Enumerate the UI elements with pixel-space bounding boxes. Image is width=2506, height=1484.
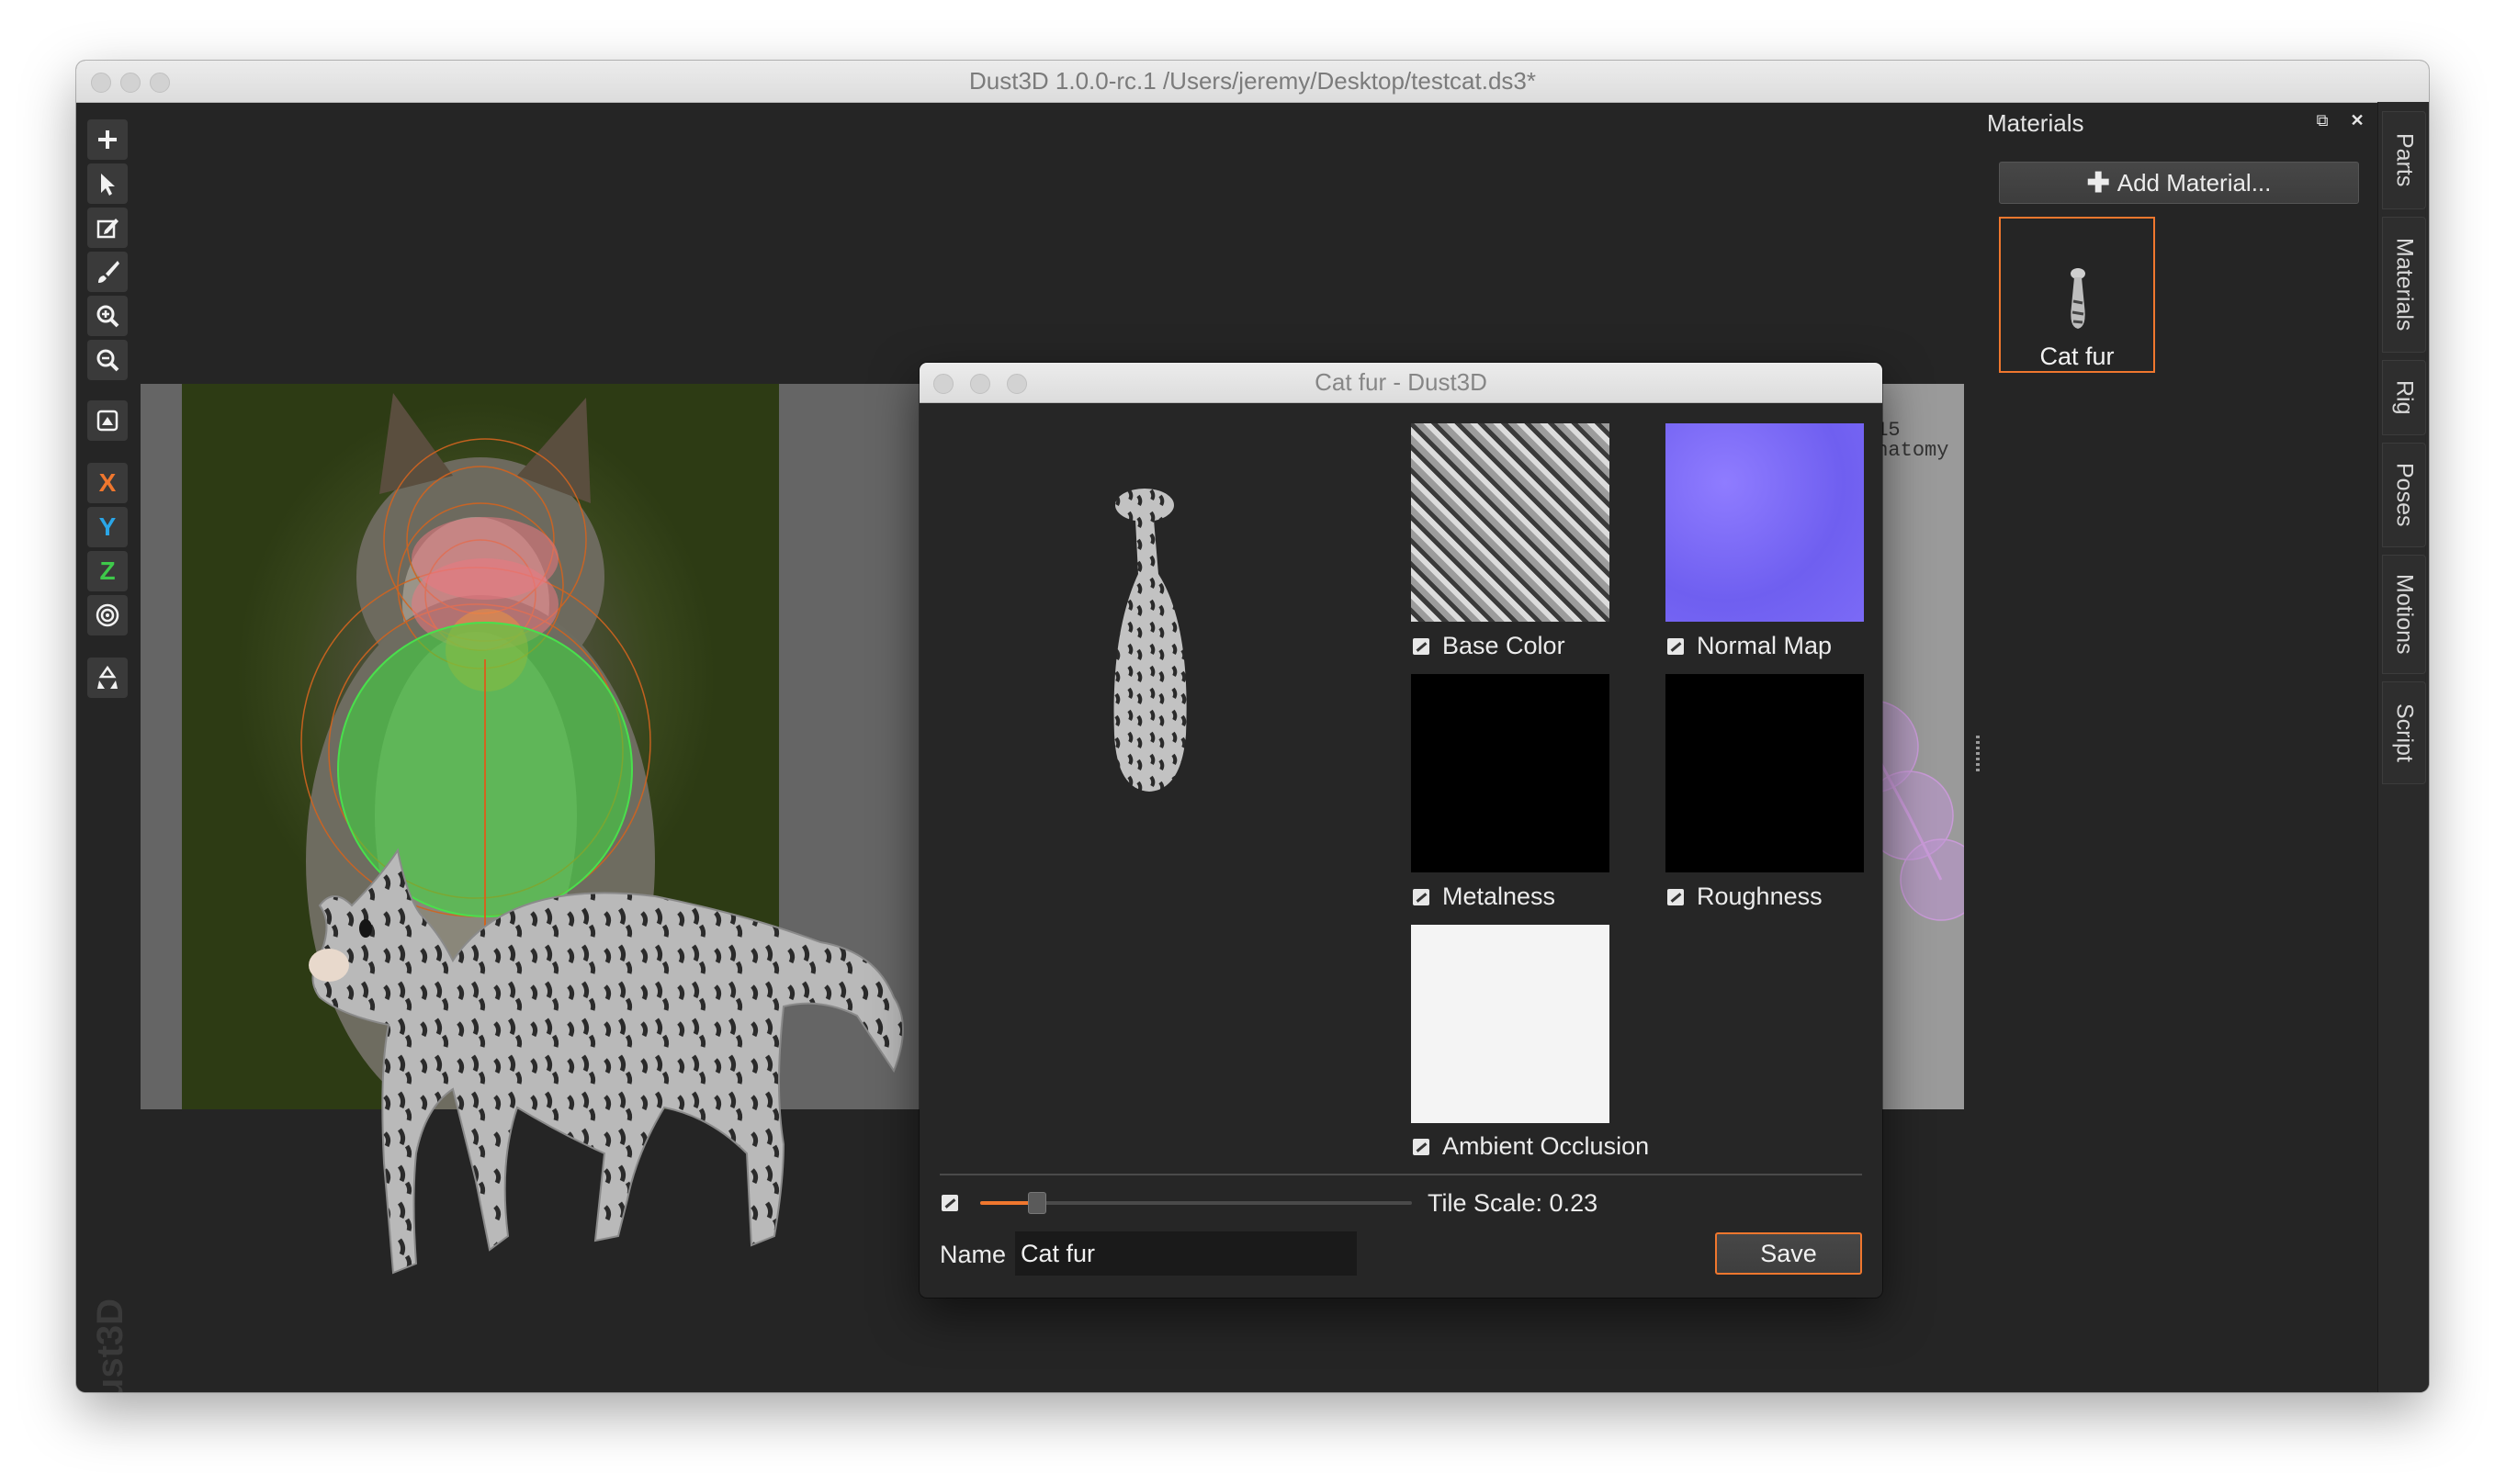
x-mirror-button[interactable]: X <box>87 463 128 503</box>
tab-motions[interactable]: Motions <box>2382 555 2426 674</box>
zoom-in-button[interactable] <box>87 296 128 336</box>
base-color-label: Base Color <box>1442 632 1565 659</box>
target-icon <box>96 603 119 627</box>
watermark-text: Dust3D <box>90 1298 130 1392</box>
z-mirror-button[interactable]: Z <box>87 551 128 591</box>
roughness-map: Roughness <box>1667 883 1823 911</box>
add-tool-button[interactable] <box>87 119 128 160</box>
ambient-occlusion-texture[interactable] <box>1411 925 1609 1123</box>
zoom-in-icon <box>96 305 119 328</box>
camera-tool-button[interactable] <box>87 400 128 441</box>
close-panel-icon[interactable]: ✕ <box>2348 111 2366 129</box>
base-color-texture[interactable] <box>1411 423 1609 622</box>
dialog-separator <box>940 1174 1862 1175</box>
tab-poses[interactable]: Poses <box>2382 443 2426 547</box>
zoom-out-button[interactable] <box>87 340 128 380</box>
cat-3d-model <box>309 848 904 1275</box>
normal-map-label: Normal Map <box>1697 632 1833 659</box>
dialog-title: Cat fur - Dust3D <box>1315 368 1487 396</box>
tab-materials-label: Materials <box>2391 238 2418 332</box>
dust3d-watermark: Dust3D <box>90 1298 130 1392</box>
tab-motions-label: Motions <box>2391 574 2418 655</box>
tab-parts-label: Parts <box>2391 133 2418 187</box>
tab-rig-label: Rig <box>2391 380 2418 415</box>
add-material-button[interactable]: ✚ Add Material... <box>1999 162 2359 204</box>
tab-parts[interactable]: Parts <box>2382 111 2426 209</box>
metalness-map: Metalness <box>1413 883 1555 911</box>
normal-map: Normal Map <box>1667 632 1832 660</box>
texture-picker-icon[interactable] <box>1413 637 1429 655</box>
tile-scale-slider-handle[interactable] <box>1028 1192 1046 1214</box>
materials-panel-title: Materials <box>1987 109 2084 137</box>
main-window: Dust3D 1.0.0-rc.1 /Users/jeremy/Desktop/… <box>76 61 2429 1392</box>
tile-scale-readout: Tile Scale: 0.23 <box>1428 1189 1598 1217</box>
tab-materials[interactable]: Materials <box>2382 217 2426 353</box>
ambient-occlusion-map: Ambient Occlusion <box>1413 1132 1649 1161</box>
side-tabs: Parts Materials Rig Poses Motions Script <box>2377 102 2429 1392</box>
window-titlebar: Dust3D 1.0.0-rc.1 /Users/jeremy/Desktop/… <box>76 61 2429 103</box>
plus-icon: ✚ <box>2086 167 2110 198</box>
tab-script[interactable]: Script <box>2382 681 2426 784</box>
zoom-out-icon <box>96 349 119 372</box>
material-edit-dialog: Cat fur - Dust3D Base Color Normal Map M… <box>920 363 1882 1298</box>
pointer-icon <box>101 174 115 196</box>
normal-map-texture[interactable] <box>1665 423 1864 622</box>
material-preview-thumbnail <box>2071 268 2085 329</box>
roughness-texture[interactable] <box>1665 674 1864 872</box>
tab-rig[interactable]: Rig <box>2382 360 2426 435</box>
edit-tool-button[interactable] <box>87 208 128 248</box>
material-item-label: Cat fur <box>2039 343 2115 370</box>
tab-poses-label: Poses <box>2391 463 2418 527</box>
tab-script-label: Script <box>2391 703 2418 762</box>
roughness-label: Roughness <box>1697 883 1823 910</box>
float-panel-icon[interactable]: ⧉ <box>2313 111 2331 129</box>
ambient-occlusion-label: Ambient Occlusion <box>1442 1132 1650 1160</box>
texture-picker-icon[interactable] <box>1413 888 1429 905</box>
y-mirror-button[interactable]: Y <box>87 507 128 547</box>
select-tool-button[interactable] <box>87 163 128 204</box>
material-preview-model <box>1113 489 1187 792</box>
name-label: Name <box>940 1241 1007 1268</box>
frame-icon <box>96 410 119 432</box>
tile-scale-picker-icon[interactable] <box>942 1195 958 1211</box>
texture-picker-icon[interactable] <box>1413 1138 1429 1155</box>
radius-tool-button[interactable] <box>87 595 128 635</box>
paint-tool-button[interactable] <box>87 252 128 292</box>
save-button[interactable]: Save <box>1715 1232 1862 1275</box>
plus-icon <box>98 130 117 149</box>
tile-scale-slider[interactable] <box>980 1192 1412 1214</box>
window-title: Dust3D 1.0.0-rc.1 /Users/jeremy/Desktop/… <box>968 67 1536 95</box>
material-name-field[interactable] <box>1015 1231 1357 1276</box>
metalness-texture[interactable] <box>1411 674 1609 872</box>
metalness-label: Metalness <box>1442 883 1556 910</box>
brush-icon <box>98 261 119 283</box>
texture-picker-icon[interactable] <box>1667 888 1684 905</box>
splitter-handle[interactable] <box>1976 736 1980 772</box>
add-material-label: Add Material... <box>2117 168 2272 197</box>
recycle-icon <box>97 665 118 689</box>
material-item-cat-fur[interactable]: Cat fur <box>1999 217 2155 373</box>
regenerate-button[interactable] <box>87 658 128 698</box>
base-color-map: Base Color <box>1413 632 1565 660</box>
edit-icon <box>96 219 119 239</box>
texture-picker-icon[interactable] <box>1667 637 1684 655</box>
dialog-titlebar: Cat fur - Dust3D <box>920 363 1882 403</box>
